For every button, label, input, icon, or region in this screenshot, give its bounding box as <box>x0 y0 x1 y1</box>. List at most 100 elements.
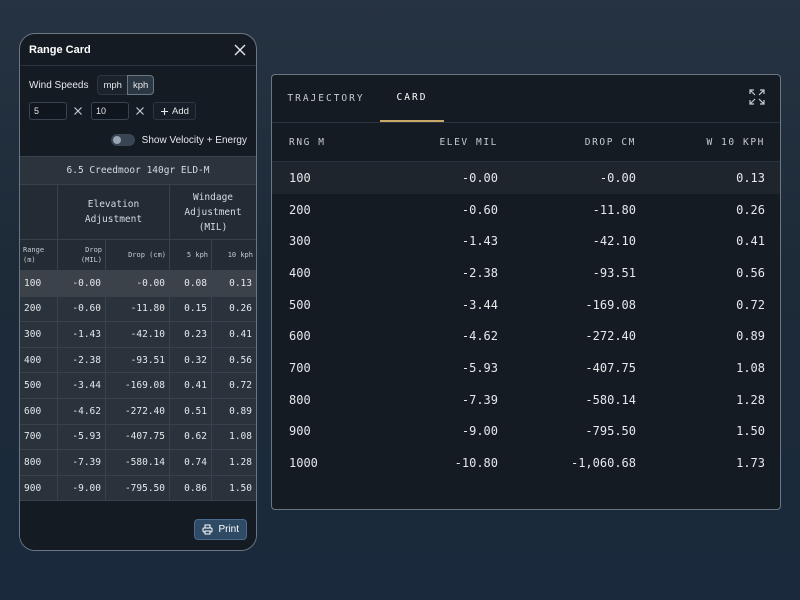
cell-drop-cm: -0.00 <box>106 271 170 296</box>
header-drop: DROP CM <box>584 136 636 148</box>
clear-speed-2-icon[interactable] <box>133 104 147 118</box>
card-row: 400 -2.38 -93.51 0.56 <box>272 257 780 289</box>
cell-w10: 0.56 <box>229 354 252 366</box>
card-cell-drop: -93.51 <box>592 265 636 280</box>
card-cell-elev: -3.44 <box>461 297 498 312</box>
cell-w5: 0.62 <box>170 424 212 450</box>
card-cell-wind: 0.41 <box>736 234 765 249</box>
card-cell-elev: -9.00 <box>461 424 498 439</box>
velocity-energy-toggle[interactable] <box>110 134 135 146</box>
card-cell-drop: -169.08 <box>585 297 636 312</box>
cell-w10: 0.41 <box>229 328 252 340</box>
card-cell-elev: -2.38 <box>461 265 498 280</box>
cell-range: 900 <box>20 475 58 501</box>
card-cell-rng: 700 <box>289 360 311 375</box>
cell-drop-cm: -795.50 <box>106 475 170 501</box>
close-icon[interactable] <box>233 43 247 57</box>
header-wind: W 10 KPH <box>706 136 765 148</box>
tab-card[interactable]: CARD <box>380 75 444 122</box>
card-row: 1000 -10.80 -1,060.68 1.73 <box>272 447 780 479</box>
card-row: 800 -7.39 -580.14 1.28 <box>272 384 780 416</box>
group-header-row: Elevation Adjustment Windage Adjustment … <box>20 185 256 240</box>
cell-w10: 1.28 <box>229 456 252 468</box>
expand-icon[interactable] <box>748 88 766 106</box>
unit-mph-button[interactable]: mph <box>97 75 127 95</box>
speed-inputs-row: Add <box>29 101 247 121</box>
cell-w10: 0.89 <box>229 405 252 417</box>
card-table-header: RNG M ELEV MIL DROP CM W 10 KPH <box>272 123 780 162</box>
cell-range: 300 <box>20 322 58 347</box>
cell-range: 600 <box>20 398 58 424</box>
table-row: 500 -3.44 -169.08 0.41 0.72 <box>20 373 256 399</box>
velocity-energy-toggle-row: Show Velocity + Energy <box>29 132 247 148</box>
cell-drop-mil: -4.62 <box>58 398 106 424</box>
card-cell-drop: -407.75 <box>585 360 636 375</box>
card-row: 700 -5.93 -407.75 1.08 <box>272 352 780 384</box>
group-header-elevation: Elevation Adjustment <box>58 185 170 239</box>
cell-range: 500 <box>20 373 58 398</box>
card-cell-rng: 900 <box>289 424 311 439</box>
card-cell-elev: -5.93 <box>461 360 498 375</box>
table-row: 900 -9.00 -795.50 0.86 1.50 <box>20 475 256 502</box>
card-cell-drop: -272.40 <box>585 329 636 344</box>
table-row: 100 -0.00 -0.00 0.08 0.13 <box>20 271 256 297</box>
clear-speed-1-icon[interactable] <box>71 104 85 118</box>
card-row: 500 -3.44 -169.08 0.72 <box>272 289 780 321</box>
tab-trajectory[interactable]: TRAJECTORY <box>272 75 380 122</box>
card-cell-wind: 0.56 <box>736 265 765 280</box>
table-row: 600 -4.62 -272.40 0.51 0.89 <box>20 398 256 425</box>
cell-drop-mil: -0.60 <box>58 296 106 322</box>
unit-kph-button[interactable]: kph <box>126 75 155 95</box>
card-cell-elev: -1.43 <box>461 234 498 249</box>
print-label: Print <box>218 524 239 535</box>
cell-drop-cm: -93.51 <box>106 347 170 373</box>
card-cell-rng: 1000 <box>289 456 318 471</box>
col-header-w5: 5 kph <box>170 240 212 270</box>
cell-w5: 0.08 <box>170 271 212 296</box>
cell-range: 200 <box>20 296 58 322</box>
add-speed-button[interactable]: Add <box>153 102 196 120</box>
cell-range: 800 <box>20 450 58 475</box>
wind-speed-input-2[interactable] <box>91 102 129 120</box>
header-elev: ELEV MIL <box>439 136 498 148</box>
table-row: 300 -1.43 -42.10 0.23 0.41 <box>20 322 256 348</box>
cell-w5: 0.32 <box>170 347 212 373</box>
cell-w5: 0.15 <box>170 296 212 322</box>
range-card-header: Range Card <box>20 34 256 66</box>
col-header-w10: 10 kph <box>227 251 253 259</box>
cell-w10: 1.08 <box>229 431 252 443</box>
add-speed-label: Add <box>172 105 189 117</box>
card-row: 100 -0.00 -0.00 0.13 <box>272 162 780 194</box>
cell-w5: 0.23 <box>170 322 212 347</box>
table-caption: 6.5 Creedmoor 140gr ELD-M <box>20 156 256 185</box>
range-card-panel: Range Card Wind Speeds mph kph 5 10 Add … <box>19 33 257 551</box>
cell-w5: 0.51 <box>170 398 212 424</box>
cell-drop-cm: -11.80 <box>106 296 170 322</box>
cell-drop-mil: -2.38 <box>58 347 106 373</box>
cell-range: 400 <box>20 347 58 373</box>
card-cell-wind: 0.89 <box>736 329 765 344</box>
col-header-range: Range (m) <box>20 240 58 270</box>
wind-speeds-row: Wind Speeds mph kph <box>29 74 247 96</box>
range-card-footer: Print <box>20 509 256 550</box>
print-button[interactable]: Print <box>194 519 247 540</box>
card-cell-wind: 1.73 <box>736 456 765 471</box>
range-card-controls: Wind Speeds mph kph Add <box>20 66 256 148</box>
cell-drop-cm: -42.10 <box>106 322 170 347</box>
unit-toggle: mph kph <box>97 75 155 95</box>
cell-w10: 0.26 <box>229 303 252 315</box>
card-cell-wind: 0.13 <box>736 170 765 185</box>
card-cell-wind: 0.26 <box>736 202 765 217</box>
card-cell-rng: 200 <box>289 202 311 217</box>
cell-drop-mil: -1.43 <box>58 322 106 347</box>
card-cell-rng: 300 <box>289 234 311 249</box>
cell-w10: 0.72 <box>229 380 252 392</box>
trajectory-card-panel: TRAJECTORY CARD RNG M ELEV MIL DROP CM W… <box>271 74 781 510</box>
card-cell-elev: -0.60 <box>461 202 498 217</box>
card-cell-wind: 0.72 <box>736 297 765 312</box>
wind-speed-input-1[interactable] <box>29 102 67 120</box>
card-row: 200 -0.60 -11.80 0.26 <box>272 194 780 226</box>
cell-w5: 0.74 <box>170 450 212 475</box>
cell-drop-mil: -9.00 <box>58 475 106 501</box>
card-cell-rng: 400 <box>289 265 311 280</box>
